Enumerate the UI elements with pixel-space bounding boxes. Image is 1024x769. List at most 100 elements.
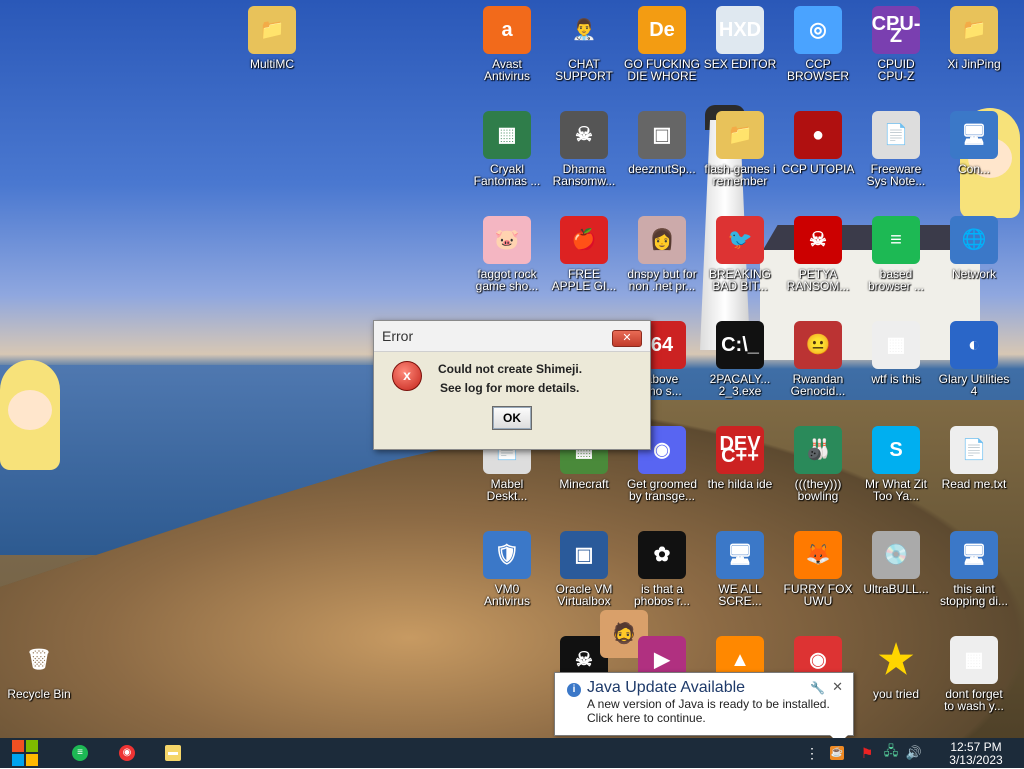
desktop-icon-label: Freeware Sys Note...	[866, 162, 926, 188]
xi-jinping-icon: 📁	[950, 6, 998, 54]
desktop-icon-label: CCP UTOPIA	[781, 162, 855, 176]
2pacaly-icon: C:\_	[716, 321, 764, 369]
desktop-icon-network[interactable]: 🌐 Network	[935, 216, 1013, 280]
deeznut-icon: ▣	[638, 111, 686, 159]
star-mascot-left[interactable]	[0, 360, 60, 470]
desktop-icon-readme[interactable]: 📄 Read me.txt	[935, 426, 1013, 490]
avast-icon: a	[483, 6, 531, 54]
desktop-icon-label: Get groomed by transge...	[626, 477, 698, 503]
error-icon: x	[392, 361, 422, 391]
desktop-icon-oracle-vm[interactable]: ▣ Oracle VM Virtualbox	[545, 531, 623, 607]
readme-icon: 📄	[950, 426, 998, 474]
desktop-icon-label: CCP BROWSER	[786, 57, 849, 83]
java-notification-line1[interactable]: A new version of Java is ready to be ins…	[587, 697, 830, 711]
taskbar: ≡ ◉ ▬ ⋮ ☕ ⚑ 🖧 🔊 12:57 PM 3/13/2023	[0, 738, 1024, 768]
desktop-icon-chat-support[interactable]: 👨‍⚕️ CHAT SUPPORT	[545, 6, 623, 82]
java-notification-line2[interactable]: Click here to continue.	[587, 711, 706, 725]
desktop-icon-free-apple[interactable]: 🍎 FREE APPLE GI...	[545, 216, 623, 292]
clock[interactable]: 12:57 PM 3/13/2023	[936, 739, 1016, 769]
taskbar-explorer[interactable]: ▬	[161, 738, 185, 768]
desktop-icon-con[interactable]: 🖥 Con...	[935, 111, 1013, 175]
dnspy-icon: 👩	[638, 216, 686, 264]
desktop-icon-label: Cryakl Fantomas ...	[473, 162, 541, 188]
oracle-vm-icon: ▣	[560, 531, 608, 579]
desktop-icon-based-browser[interactable]: ≡ based browser ...	[857, 216, 935, 292]
recycle-bin-icon: 🗑	[26, 649, 52, 671]
desktop-icon-dont-forget[interactable]: ▦ dont forget to wash y...	[935, 636, 1013, 712]
desktop-icon-cpuid[interactable]: CPU-Z CPUID CPU-Z	[857, 6, 935, 82]
desktop-icon-label: dnspy but for non .net pr...	[627, 267, 697, 293]
furry-fox-icon: 🦊	[794, 531, 842, 579]
close-button[interactable]: ✕	[612, 330, 642, 347]
desktop-icon-freeware[interactable]: 📄 Freeware Sys Note...	[857, 111, 935, 187]
desktop-icon-petya[interactable]: ☠ PETYA RANSOM...	[779, 216, 857, 292]
taskbar-spotify[interactable]: ≡	[68, 738, 92, 768]
desktop-icon-avast[interactable]: a Avast Antivirus	[468, 6, 546, 82]
settings-icon[interactable]: 🔧	[810, 681, 825, 695]
desktop-icon-label: flash-games i remember	[704, 162, 776, 188]
desktop-icon-you-tried[interactable]: ★ you tried	[857, 636, 935, 700]
desktop-icon-label: Avast Antivirus	[483, 57, 530, 83]
desktop-icon-breaking-bad[interactable]: 🐦 BREAKING BAD BIT...	[701, 216, 779, 292]
desktop-icon-label: is that a phobos r...	[633, 582, 691, 608]
con-icon: 🖥	[950, 111, 998, 159]
desktop-icon-label: MultiMC	[250, 57, 294, 71]
sex-editor-icon: HXD	[716, 6, 764, 54]
desktop-icon-ultrabull[interactable]: 💿 UltraBULL...	[857, 531, 935, 595]
desktop-icon-go-die[interactable]: De GO FUCKING DIE WHORE	[623, 6, 701, 82]
skype-icon: S	[872, 426, 920, 474]
desktop-icon-dnspy[interactable]: 👩 dnspy but for non .net pr...	[623, 216, 701, 292]
desktop-icon-cryakl[interactable]: ▦ Cryakl Fantomas ...	[468, 111, 546, 187]
desktop-icon-recycle-bin[interactable]: 🗑 Recycle Bin	[0, 636, 78, 700]
desktop-icon-ccp-browser[interactable]: ◎ CCP BROWSER	[779, 6, 857, 82]
close-icon[interactable]: ✕	[832, 679, 843, 695]
you-tried-icon: ★	[878, 638, 914, 682]
tray-overflow-icon[interactable]: ⋮	[804, 738, 820, 768]
desktop-icon-label: SEX EDITOR	[703, 57, 777, 71]
java-tray-icon[interactable]: ☕	[828, 738, 846, 768]
taskbar-chrome[interactable]: ◉	[115, 738, 139, 768]
desktop-icon-deeznut[interactable]: ▣ deeznutSp...	[623, 111, 701, 175]
desktop-icon-sex-editor[interactable]: HXD SEX EDITOR	[701, 6, 779, 70]
desktop-icon-vm0[interactable]: 🛡 VM0 Antivirus	[468, 531, 546, 607]
based-browser-icon: ≡	[872, 216, 920, 264]
desktop-icon-glary[interactable]: ◐ Glary Utilities 4	[935, 321, 1013, 397]
desktop-icon-this-aint[interactable]: 🖥 this aint stopping di...	[935, 531, 1013, 607]
desktop-icon-xi-jinping[interactable]: 📁 Xi JinPing	[935, 6, 1013, 70]
ok-button[interactable]: OK	[492, 406, 532, 430]
faggot-rock-icon: 🐷	[483, 216, 531, 264]
desktop-icon-rwandan[interactable]: 😐 Rwandan Genocid...	[779, 321, 857, 397]
desktop-icon-they-bowling[interactable]: 🎳 (((they))) bowling	[779, 426, 857, 502]
desktop-icon-phobos[interactable]: ✿ is that a phobos r...	[623, 531, 701, 607]
they-bowling-icon: 🎳	[794, 426, 842, 474]
desktop-icon-flash-games[interactable]: 📁 flash-games i remember	[701, 111, 779, 187]
desktop-icon-skype[interactable]: S Mr What Zit Too Ya...	[857, 426, 935, 502]
desktop-icon-we-all-scre[interactable]: 🖥 WE ALL SCRE...	[701, 531, 779, 607]
desktop-icon-2pacaly[interactable]: C:\_ 2PACALY... 2_3.exe	[701, 321, 779, 397]
desktop-icon-dharma[interactable]: ☠ Dharma Ransomw...	[545, 111, 623, 187]
desktop-icon-multimc[interactable]: 📁 MultiMC	[233, 6, 311, 70]
desktop-icon-label: WE ALL SCRE...	[718, 582, 762, 608]
desktop-icon-furry-fox[interactable]: 🦊 FURRY FOX UWU	[779, 531, 857, 607]
desktop-icon-ccp-utopia[interactable]: ● CCP UTOPIA	[779, 111, 857, 175]
volume-icon[interactable]: 🔊	[905, 738, 923, 768]
desktop-icon-wtf[interactable]: ▦ wtf is this	[857, 321, 935, 385]
desktop-icon-label: Dharma Ransomw...	[552, 162, 616, 188]
start-button[interactable]	[0, 738, 50, 768]
ultrabull-icon: 💿	[872, 531, 920, 579]
desktop-icon-devcpp[interactable]: DEV C++ the hilda ide	[701, 426, 779, 490]
phobos-icon: ✿	[638, 531, 686, 579]
dont-forget-icon: ▦	[950, 636, 998, 684]
desktop-icon-label: FREE APPLE GI...	[551, 267, 617, 293]
java-update-notification[interactable]: i Java Update Available A new version of…	[554, 672, 854, 744]
vm0-icon: 🛡	[483, 531, 531, 579]
network-icon[interactable]: 🖧	[882, 738, 900, 768]
java-notification-title[interactable]: Java Update Available	[587, 679, 745, 697]
desktop-icon-faggot-rock[interactable]: 🐷 faggot rock game sho...	[468, 216, 546, 292]
desktop-icon-label: Recycle Bin	[7, 687, 71, 701]
desktop-icon-label: Oracle VM Virtualbox	[555, 582, 613, 608]
windows-logo-icon	[12, 740, 38, 766]
action-center-flag-icon[interactable]: ⚑	[858, 738, 876, 768]
ccp-utopia-icon: ●	[794, 111, 842, 159]
flash-games-icon: 📁	[716, 111, 764, 159]
